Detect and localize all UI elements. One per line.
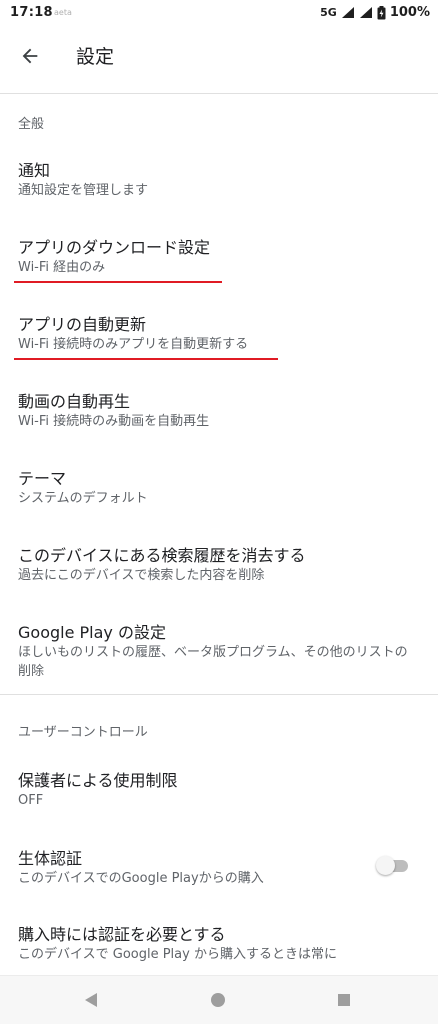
- setting-title: このデバイスにある検索履歴を消去する: [18, 546, 306, 565]
- arrow-back-icon: [22, 48, 38, 64]
- status-carrier: aeta: [54, 8, 72, 17]
- setting-clear-search-history[interactable]: このデバイスにある検索履歴を消去する 過去にこのデバイスで検索した内容を削除: [0, 542, 438, 592]
- setting-parental-controls[interactable]: 保護者による使用制限 OFF: [0, 767, 438, 817]
- setting-subtitle: ほしいものリストの履歴、ベータ版プログラム、その他のリストの削除: [18, 645, 408, 679]
- app-bar-divider: [0, 93, 438, 94]
- setting-theme[interactable]: テーマ システムのデフォルト: [0, 465, 438, 515]
- nav-back-button[interactable]: [79, 988, 103, 1012]
- battery-percent: 100%: [389, 5, 430, 20]
- setting-video-autoplay[interactable]: 動画の自動再生 Wi-Fi 接続時のみ動画を自動再生: [0, 388, 438, 438]
- setting-subtitle: Wi-Fi 接続時のみアプリを自動更新する: [18, 337, 249, 352]
- setting-title: 購入時には認証を必要とする: [18, 925, 226, 944]
- back-triangle-icon: [85, 993, 97, 1007]
- section-header-user-controls: ユーザーコントロール: [18, 725, 148, 740]
- setting-title: 保護者による使用制限: [18, 771, 178, 790]
- biometric-toggle[interactable]: [376, 855, 410, 875]
- back-button[interactable]: [14, 40, 46, 72]
- settings-screen: 17:18 aeta 5G 100% 設定 全般 通知 通知設定を管理します ア…: [0, 0, 438, 1024]
- setting-require-auth-for-purchases[interactable]: 購入時には認証を必要とする このデバイスで Google Play から購入する…: [0, 921, 438, 971]
- toggle-thumb: [376, 856, 395, 875]
- nav-home-button[interactable]: [206, 988, 230, 1012]
- setting-auto-update[interactable]: アプリの自動更新 Wi-Fi 接続時のみアプリを自動更新する: [0, 311, 438, 361]
- setting-title: テーマ: [18, 469, 67, 488]
- setting-title: Google Play の設定: [18, 623, 166, 642]
- setting-subtitle: Wi-Fi 経由のみ: [18, 260, 106, 275]
- section-header-general: 全般: [18, 117, 45, 132]
- section-divider: [0, 694, 438, 695]
- setting-biometric-auth[interactable]: 生体認証 このデバイスでのGoogle Playからの購入: [0, 845, 438, 895]
- nav-recents-button[interactable]: [332, 988, 356, 1012]
- status-time: 17:18: [10, 5, 53, 20]
- setting-subtitle: このデバイスでのGoogle Playからの購入: [18, 871, 264, 886]
- setting-title: 生体認証: [18, 849, 83, 868]
- signal-icon: [359, 7, 372, 18]
- setting-subtitle: OFF: [18, 793, 44, 808]
- status-indicators: 5G 100%: [320, 5, 430, 20]
- setting-notifications[interactable]: 通知 通知設定を管理します: [0, 157, 438, 207]
- setting-subtitle: 通知設定を管理します: [18, 183, 149, 198]
- setting-subtitle: Wi-Fi 接続時のみ動画を自動再生: [18, 414, 210, 429]
- status-bar: 17:18 aeta 5G 100%: [0, 0, 438, 28]
- setting-subtitle: このデバイスで Google Play から購入するときは常に: [18, 947, 337, 962]
- red-highlight-underline: [14, 358, 278, 360]
- recents-square-icon: [338, 994, 350, 1006]
- red-highlight-underline: [14, 281, 222, 283]
- page-title: 設定: [76, 46, 115, 68]
- setting-title: アプリの自動更新: [18, 315, 147, 334]
- setting-title: アプリのダウンロード設定: [18, 238, 211, 257]
- app-bar: 設定: [0, 28, 438, 84]
- setting-app-download[interactable]: アプリのダウンロード設定 Wi-Fi 経由のみ: [0, 234, 438, 284]
- setting-title: 動画の自動再生: [18, 392, 131, 411]
- network-type: 5G: [320, 6, 337, 19]
- signal-icon: [341, 7, 354, 18]
- setting-subtitle: システムのデフォルト: [18, 491, 148, 506]
- setting-subtitle: 過去にこのデバイスで検索した内容を削除: [18, 568, 265, 583]
- setting-title: 通知: [18, 161, 51, 180]
- battery-icon: [377, 5, 386, 19]
- setting-google-play[interactable]: Google Play の設定 ほしいものリストの履歴、ベータ版プログラム、その…: [0, 619, 438, 681]
- home-circle-icon: [211, 993, 225, 1007]
- navigation-bar: [0, 975, 438, 1024]
